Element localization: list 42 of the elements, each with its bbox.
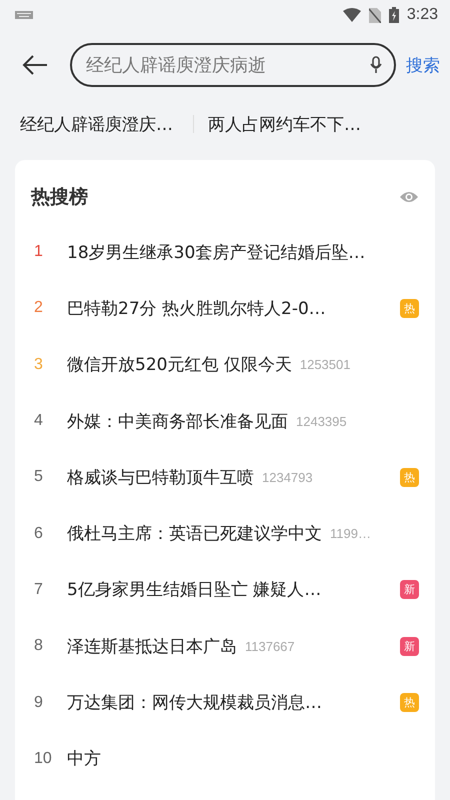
rank-number: 1	[33, 243, 44, 262]
search-button[interactable]: 搜索	[396, 54, 440, 76]
headline-link[interactable]: 俄杜马主席：英语已死建议学中文	[67, 522, 322, 546]
new-badge: 新	[400, 636, 419, 656]
search-count: 1234793	[262, 470, 313, 485]
suggestion-link[interactable]: 经纪人辟谣庾澄庆…	[20, 112, 173, 136]
rank-number: 6	[33, 524, 44, 543]
headline-link[interactable]: 微信开放520元红包 仅限今天	[67, 353, 292, 376]
headline-link[interactable]: 巴特勒27分 热火胜凯尔特人2-0…	[67, 296, 326, 320]
search-count: 1137667	[245, 638, 295, 654]
hot-badge: 热	[400, 693, 419, 712]
headline-link[interactable]: 万达集团：网传大规模裁员消息…	[67, 691, 322, 714]
hot-badge: 热	[400, 298, 419, 318]
rank-number: 7	[33, 580, 44, 599]
hot-badge: 热	[400, 468, 419, 487]
headline-link[interactable]: 中方	[67, 747, 101, 770]
rank-number: 9	[33, 694, 44, 712]
keyboard-icon	[15, 11, 33, 19]
search-count: 1253501	[300, 357, 350, 372]
rank-number: 3	[33, 356, 44, 374]
headline-link[interactable]: 18岁男生继承30套房产登记结婚后坠…	[67, 240, 366, 264]
headline-link[interactable]: 5亿身家男生结婚日坠亡 嫌疑人…	[67, 578, 322, 602]
search-count: 1243395	[296, 414, 347, 429]
new-badge: 新	[400, 580, 419, 600]
back-arrow-icon[interactable]	[22, 55, 48, 75]
microphone-icon[interactable]	[370, 56, 382, 74]
rank-number: 10	[33, 750, 53, 768]
hot-list-title: 热搜榜	[31, 185, 88, 210]
wifi-icon	[342, 8, 361, 22]
rank-number: 5	[33, 468, 44, 486]
search-field[interactable]: 经纪人辟谣庾澄庆病逝	[70, 43, 396, 87]
rank-number: 8	[33, 637, 44, 656]
search-count: 1199…	[330, 526, 371, 542]
headline-link[interactable]: 外媒：中美商务部长准备见面	[67, 410, 288, 433]
status-time: 3:23	[406, 6, 438, 24]
headline-link[interactable]: 泽连斯基抵达日本广岛	[67, 634, 237, 658]
no-sim-icon	[368, 8, 381, 22]
rank-number: 4	[33, 412, 44, 430]
rank-number: 2	[33, 299, 44, 318]
headline-link[interactable]: 格威谈与巴特勒顶牛互喷	[67, 466, 254, 489]
battery-charging-icon	[388, 7, 399, 23]
suggestion-link[interactable]: 两人占网约车不下…	[208, 112, 361, 136]
